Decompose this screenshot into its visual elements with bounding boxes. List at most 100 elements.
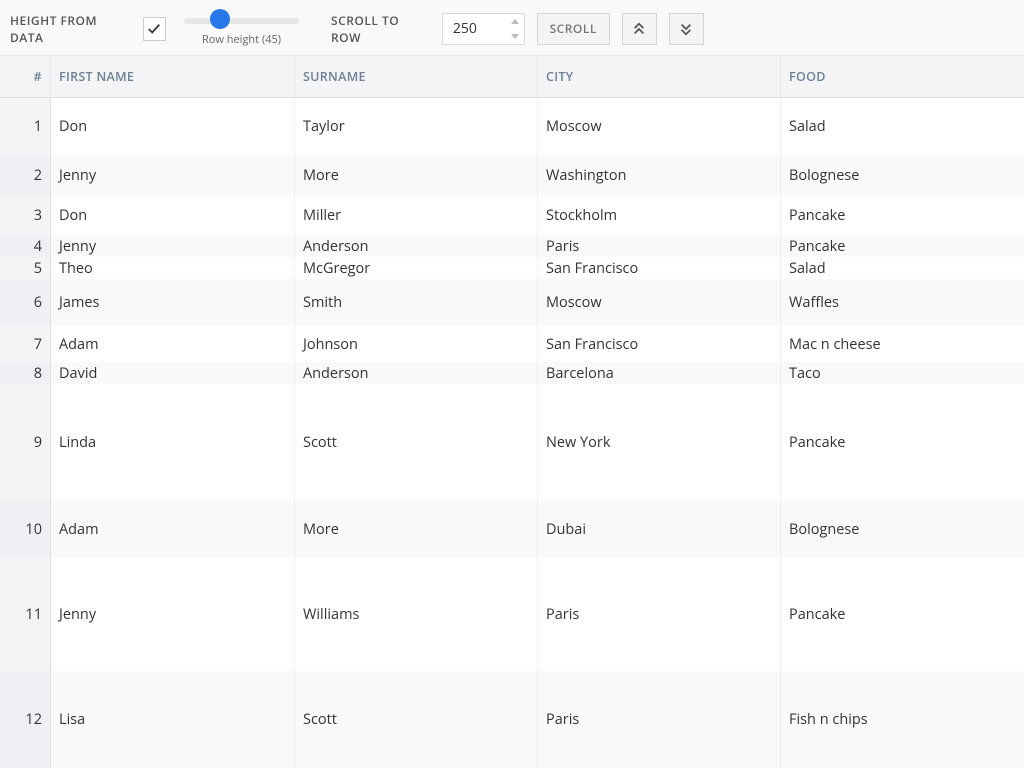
scroll-to-row-value[interactable]: 250: [443, 14, 506, 44]
cell-first-name[interactable]: Don: [51, 98, 295, 155]
toolbar: HEIGHT FROM DATA Row height (45) SCROLL …: [0, 0, 1024, 56]
cell-first-name[interactable]: Don: [51, 195, 295, 235]
cell-surname[interactable]: Smith: [295, 279, 538, 326]
table-row[interactable]: 3DonMillerStockholmPancake: [0, 195, 1024, 235]
cell-first-name[interactable]: James: [51, 279, 295, 326]
cell-surname[interactable]: More: [295, 501, 538, 558]
cell-food[interactable]: Salad: [781, 98, 1024, 155]
cell-food[interactable]: Fish n chips: [781, 671, 1024, 768]
table-row[interactable]: 11JennyWilliamsParisPancake: [0, 558, 1024, 671]
cell-surname[interactable]: Miller: [295, 195, 538, 235]
cell-first-name[interactable]: David: [51, 362, 295, 384]
col-header-food[interactable]: FOOD: [781, 56, 1024, 97]
cell-food[interactable]: Mac n cheese: [781, 326, 1024, 362]
row-number[interactable]: 11: [0, 558, 51, 671]
cell-city[interactable]: San Francisco: [538, 257, 781, 279]
col-header-first-name[interactable]: FIRST NAME: [51, 56, 295, 97]
cell-first-name[interactable]: Jenny: [51, 155, 295, 195]
row-number[interactable]: 9: [0, 384, 51, 501]
cell-food[interactable]: Salad: [781, 257, 1024, 279]
cell-surname[interactable]: More: [295, 155, 538, 195]
cell-food[interactable]: Waffles: [781, 279, 1024, 326]
cell-city[interactable]: San Francisco: [538, 326, 781, 362]
table-row[interactable]: 2JennyMoreWashingtonBolognese: [0, 155, 1024, 195]
cell-surname[interactable]: Anderson: [295, 362, 538, 384]
cell-surname[interactable]: Scott: [295, 384, 538, 501]
data-grid: # FIRST NAME SURNAME CITY FOOD 1DonTaylo…: [0, 56, 1024, 768]
cell-first-name[interactable]: Theo: [51, 257, 295, 279]
row-number[interactable]: 12: [0, 671, 51, 768]
row-number[interactable]: 3: [0, 195, 51, 235]
table-row[interactable]: 10AdamMoreDubaiBolognese: [0, 501, 1024, 558]
table-row[interactable]: 4JennyAndersonParisPancake: [0, 235, 1024, 257]
scroll-bottom-button[interactable]: [669, 13, 704, 45]
cell-food[interactable]: Pancake: [781, 558, 1024, 671]
cell-surname[interactable]: Anderson: [295, 235, 538, 257]
cell-city[interactable]: Moscow: [538, 98, 781, 155]
double-chevron-up-icon: [632, 22, 646, 36]
cell-food[interactable]: Pancake: [781, 384, 1024, 501]
grid-body[interactable]: 1DonTaylorMoscowSalad2JennyMoreWashingto…: [0, 98, 1024, 768]
scroll-top-button[interactable]: [622, 13, 657, 45]
chevron-down-icon: [511, 34, 519, 39]
cell-food[interactable]: Pancake: [781, 235, 1024, 257]
cell-first-name[interactable]: Linda: [51, 384, 295, 501]
row-number[interactable]: 1: [0, 98, 51, 155]
row-height-caption: Row height (45): [202, 32, 281, 47]
scroll-to-row-label: SCROLL TO ROW: [331, 12, 430, 46]
cell-city[interactable]: New York: [538, 384, 781, 501]
cell-city[interactable]: Moscow: [538, 279, 781, 326]
row-number[interactable]: 7: [0, 326, 51, 362]
height-from-data-checkbox[interactable]: [143, 17, 166, 41]
cell-city[interactable]: Paris: [538, 671, 781, 768]
spinner-up[interactable]: [506, 14, 524, 29]
cell-surname[interactable]: McGregor: [295, 257, 538, 279]
cell-surname[interactable]: Taylor: [295, 98, 538, 155]
cell-city[interactable]: Stockholm: [538, 195, 781, 235]
table-row[interactable]: 1DonTaylorMoscowSalad: [0, 98, 1024, 155]
cell-city[interactable]: Paris: [538, 558, 781, 671]
col-header-surname[interactable]: SURNAME: [295, 56, 538, 97]
check-icon: [147, 22, 161, 36]
scroll-to-row-input[interactable]: 250: [442, 13, 525, 45]
cell-food[interactable]: Taco: [781, 362, 1024, 384]
table-row[interactable]: 8DavidAndersonBarcelonaTaco: [0, 362, 1024, 384]
table-row[interactable]: 12LisaScottParisFish n chips: [0, 671, 1024, 768]
double-chevron-down-icon: [679, 22, 693, 36]
cell-first-name[interactable]: Adam: [51, 501, 295, 558]
spinner-down[interactable]: [506, 29, 524, 44]
slider-thumb[interactable]: [210, 9, 230, 29]
scroll-button[interactable]: SCROLL: [537, 13, 610, 45]
cell-food[interactable]: Pancake: [781, 195, 1024, 235]
cell-first-name[interactable]: Lisa: [51, 671, 295, 768]
table-row[interactable]: 9LindaScottNew YorkPancake: [0, 384, 1024, 501]
table-row[interactable]: 6JamesSmithMoscowWaffles: [0, 279, 1024, 326]
col-header-city[interactable]: CITY: [538, 56, 781, 97]
cell-first-name[interactable]: Jenny: [51, 558, 295, 671]
table-row[interactable]: 5TheoMcGregorSan FranciscoSalad: [0, 257, 1024, 279]
row-number[interactable]: 2: [0, 155, 51, 195]
row-number[interactable]: 10: [0, 501, 51, 558]
cell-food[interactable]: Bolognese: [781, 155, 1024, 195]
row-number[interactable]: 4: [0, 235, 51, 257]
cell-surname[interactable]: Scott: [295, 671, 538, 768]
row-number[interactable]: 5: [0, 257, 51, 279]
height-from-data-label: HEIGHT FROM DATA: [10, 12, 131, 46]
cell-food[interactable]: Bolognese: [781, 501, 1024, 558]
cell-city[interactable]: Barcelona: [538, 362, 781, 384]
cell-first-name[interactable]: Adam: [51, 326, 295, 362]
slider-track: [184, 18, 299, 24]
cell-city[interactable]: Dubai: [538, 501, 781, 558]
grid-header: # FIRST NAME SURNAME CITY FOOD: [0, 56, 1024, 98]
chevron-up-icon: [511, 19, 519, 24]
cell-surname[interactable]: Williams: [295, 558, 538, 671]
cell-city[interactable]: Paris: [538, 235, 781, 257]
table-row[interactable]: 7AdamJohnsonSan FranciscoMac n cheese: [0, 326, 1024, 362]
cell-surname[interactable]: Johnson: [295, 326, 538, 362]
cell-city[interactable]: Washington: [538, 155, 781, 195]
row-number[interactable]: 8: [0, 362, 51, 384]
row-number[interactable]: 6: [0, 279, 51, 326]
row-height-slider[interactable]: [184, 10, 299, 30]
cell-first-name[interactable]: Jenny: [51, 235, 295, 257]
col-header-number[interactable]: #: [0, 56, 51, 97]
